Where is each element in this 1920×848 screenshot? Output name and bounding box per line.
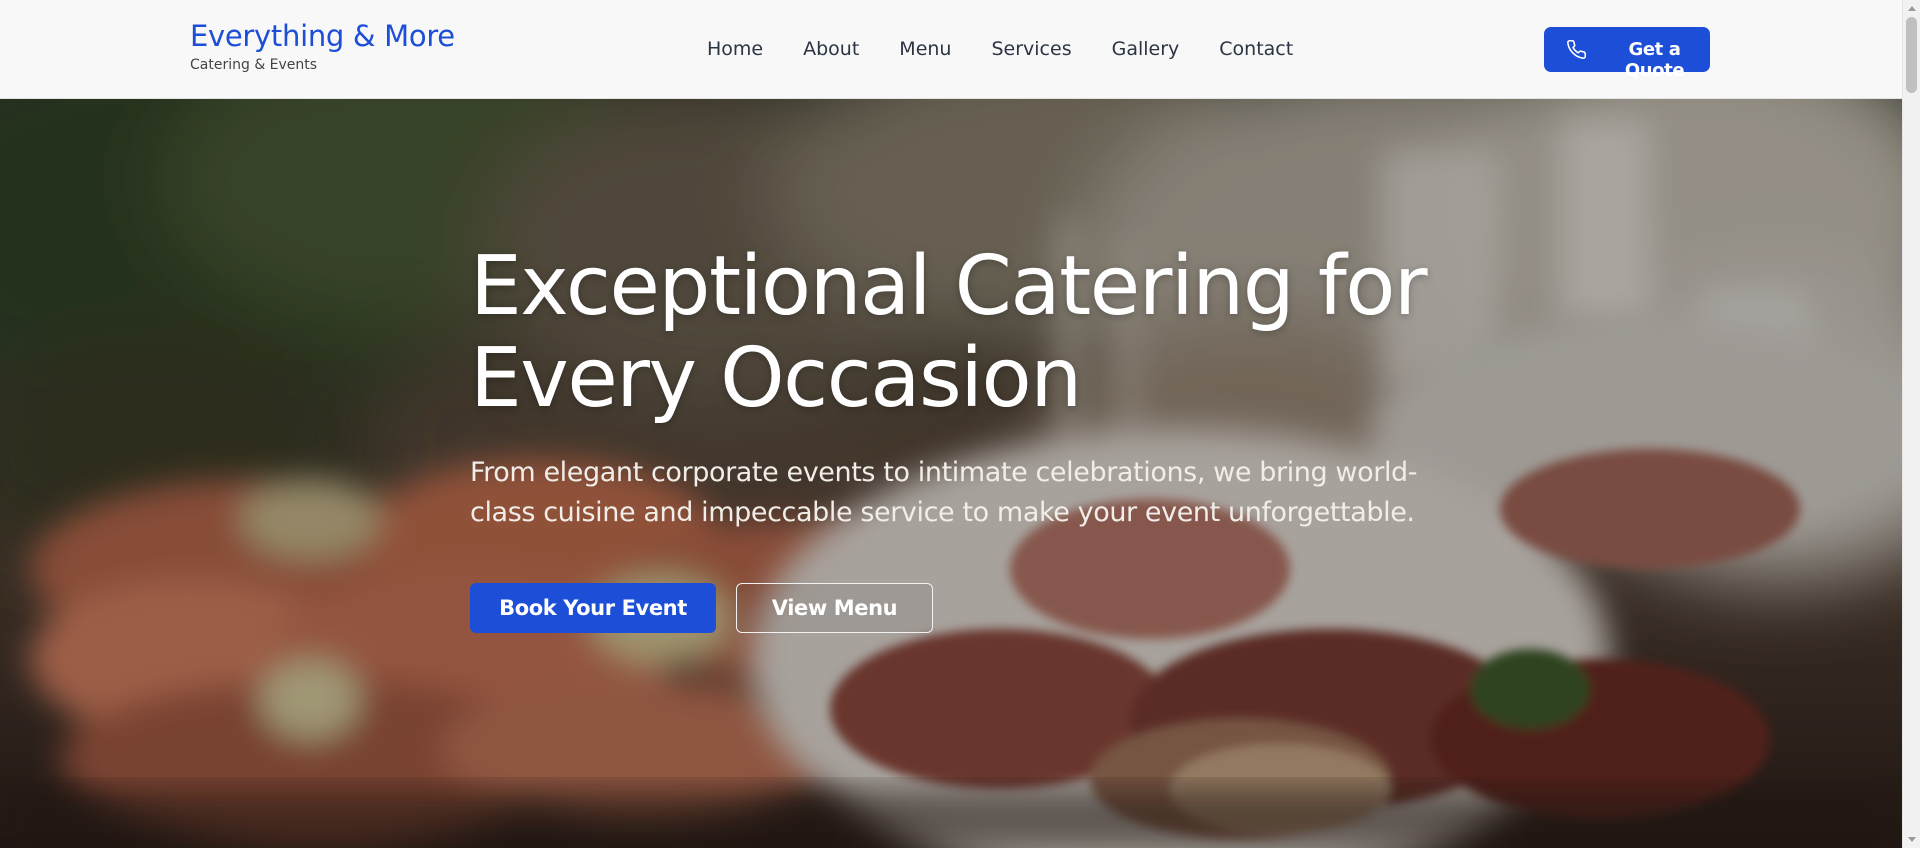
nav-item-about[interactable]: About [803, 38, 859, 60]
brand-title[interactable]: Everything & More [190, 19, 455, 53]
hero-actions: Book Your Event View Menu [470, 583, 1470, 633]
site-header: Everything & More Catering & Events Home… [0, 0, 1902, 99]
brand-logo[interactable]: Everything & More Catering & Events [190, 19, 455, 74]
book-event-button[interactable]: Book Your Event [470, 583, 716, 633]
brand-subtitle: Catering & Events [190, 57, 318, 74]
scrollbar-thumb[interactable] [1906, 17, 1917, 93]
nav-item-home[interactable]: Home [707, 38, 763, 60]
hero-section: Exceptional Catering for Every Occasion … [0, 99, 1902, 848]
nav-item-contact[interactable]: Contact [1219, 38, 1293, 60]
hero-content: Exceptional Catering for Every Occasion … [470, 241, 1470, 633]
phone-icon [1567, 39, 1587, 59]
nav-item-services[interactable]: Services [991, 38, 1071, 60]
scroll-up-arrow-icon[interactable] [1908, 6, 1916, 11]
hero-headline-line2: Every Occasion [470, 331, 1082, 426]
scroll-down-arrow-icon[interactable] [1908, 837, 1916, 842]
nav-item-menu[interactable]: Menu [899, 38, 951, 60]
nav-item-gallery[interactable]: Gallery [1112, 38, 1180, 60]
hero-headline-line1: Exceptional Catering for [470, 239, 1428, 334]
main-nav: Home About Menu Services Gallery Contact [707, 38, 1293, 60]
get-quote-label: Get a Quote [1624, 39, 1685, 81]
hero-subtext: From elegant corporate events to intimat… [470, 457, 1418, 528]
page-scrollbar[interactable] [1902, 0, 1920, 848]
view-menu-button[interactable]: View Menu [736, 583, 933, 633]
hero-headline: Exceptional Catering for Every Occasion [470, 241, 1470, 425]
get-quote-button[interactable]: Get a Quote [1544, 27, 1710, 81]
